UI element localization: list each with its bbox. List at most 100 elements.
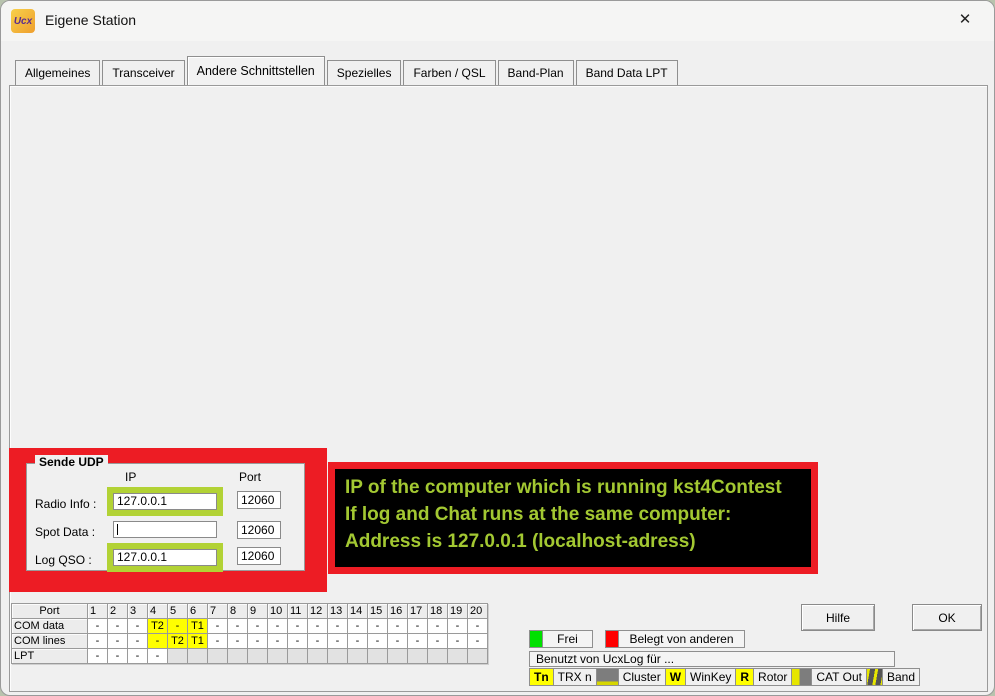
port-column-header: 14 <box>348 604 368 619</box>
dialog-window: Ucx Eigene Station ✕ Allgemeines Transce… <box>0 0 995 696</box>
radio-info-ip-input[interactable]: 127.0.0.1 <box>113 493 217 510</box>
legend-swatch <box>792 669 812 685</box>
legend-item: R <box>736 669 754 685</box>
log-qso-ip-input[interactable]: 127.0.0.1 <box>113 549 217 566</box>
annotation-line: Address is 127.0.0.1 (localhost-adress) <box>345 528 801 555</box>
tab-transceiver[interactable]: Transceiver <box>102 60 184 85</box>
port-cell: - <box>428 634 448 649</box>
port-row-label: COM lines <box>12 634 88 649</box>
legend-item: CAT Out <box>812 669 867 685</box>
port-cell: - <box>88 619 108 634</box>
port-cell: - <box>168 619 188 634</box>
spot-data-ip-input[interactable] <box>113 521 217 538</box>
port-column-header: 10 <box>268 604 288 619</box>
port-cell: - <box>268 634 288 649</box>
port-cell: - <box>248 619 268 634</box>
port-cell: - <box>88 649 108 664</box>
port-cell: - <box>108 619 128 634</box>
port-cell: - <box>88 634 108 649</box>
port-cell: - <box>368 619 388 634</box>
port-status-table: Port1234567891011121314151617181920COM d… <box>11 603 488 664</box>
window-title: Eigene Station <box>45 12 136 28</box>
port-cell <box>448 649 468 664</box>
port-column-header: 9 <box>248 604 268 619</box>
port-cell: T1 <box>188 619 208 634</box>
port-column-header: 2 <box>108 604 128 619</box>
titlebar: Ucx Eigene Station ✕ <box>1 1 994 41</box>
port-column-header: 12 <box>308 604 328 619</box>
port-cell: T2 <box>148 619 168 634</box>
legend-frei: Frei <box>529 630 593 648</box>
port-column-header: Port <box>239 470 261 484</box>
app-icon: Ucx <box>11 9 35 33</box>
port-column-header: 4 <box>148 604 168 619</box>
port-cell <box>168 649 188 664</box>
legend-item: WinKey <box>686 669 736 685</box>
port-row-label: LPT <box>12 649 88 664</box>
port-row-label: COM data <box>12 619 88 634</box>
legend-belegt: Belegt von anderen <box>605 630 745 648</box>
red-highlight-box: Sende UDP IP Port Radio Info : 127.0.0.1… <box>9 448 327 592</box>
port-cell: - <box>208 619 228 634</box>
ip-column-header: IP <box>125 470 136 484</box>
legend-benutzt: Benutzt von UcxLog für ... <box>529 651 895 667</box>
port-cell <box>268 649 288 664</box>
port-column-header: 7 <box>208 604 228 619</box>
port-column-header: 13 <box>328 604 348 619</box>
port-cell <box>468 649 488 664</box>
group-title: Sende UDP <box>35 455 108 469</box>
tab-band-plan[interactable]: Band-Plan <box>498 60 574 85</box>
port-column-header: 17 <box>408 604 428 619</box>
legend-item: W <box>666 669 686 685</box>
port-cell: - <box>228 634 248 649</box>
port-cell: - <box>388 634 408 649</box>
radio-info-port-input[interactable]: 12060 <box>237 491 281 509</box>
port-cell: - <box>128 619 148 634</box>
port-cell <box>308 649 328 664</box>
port-cell <box>248 649 268 664</box>
port-cell: - <box>248 634 268 649</box>
ok-button[interactable]: OK <box>912 604 982 631</box>
port-column-header: 8 <box>228 604 248 619</box>
annotation-line: IP of the computer which is running kst4… <box>345 474 801 501</box>
port-cell: - <box>268 619 288 634</box>
port-cell <box>408 649 428 664</box>
spot-data-port-input[interactable]: 12060 <box>237 521 281 539</box>
hilfe-button[interactable]: Hilfe <box>801 604 875 631</box>
close-icon[interactable]: ✕ <box>942 3 988 35</box>
tab-band-data-lpt[interactable]: Band Data LPT <box>576 60 678 85</box>
port-cell: - <box>328 634 348 649</box>
legend-swatch <box>867 669 883 685</box>
port-column-header: 6 <box>188 604 208 619</box>
log-qso-label: Log QSO : <box>35 553 92 567</box>
legend-item: TRX n <box>554 669 597 685</box>
tab-andere-schnittstellen[interactable]: Andere Schnittstellen <box>187 56 325 85</box>
port-cell: - <box>228 619 248 634</box>
annotation-box: IP of the computer which is running kst4… <box>328 462 818 574</box>
port-cell: - <box>408 619 428 634</box>
tab-allgemeines[interactable]: Allgemeines <box>15 60 100 85</box>
port-cell <box>368 649 388 664</box>
port-cell: - <box>308 619 328 634</box>
legend-item: Tn <box>530 669 554 685</box>
port-cell: - <box>148 634 168 649</box>
legend-usage-row: TnTRX nClusterWWinKeyRRotorCAT OutBand <box>529 668 920 686</box>
port-column-header: 20 <box>468 604 488 619</box>
radio-info-label: Radio Info : <box>35 497 96 511</box>
port-cell: - <box>368 634 388 649</box>
port-cell: - <box>148 649 168 664</box>
green-highlight: 127.0.0.1 <box>107 543 223 572</box>
tab-spezielles[interactable]: Spezielles <box>327 60 402 85</box>
port-cell: - <box>308 634 328 649</box>
port-cell: - <box>108 649 128 664</box>
port-cell: - <box>408 634 428 649</box>
port-cell: - <box>388 619 408 634</box>
tab-farben-qsl[interactable]: Farben / QSL <box>403 60 495 85</box>
port-column-header: 18 <box>428 604 448 619</box>
text-caret <box>117 524 118 535</box>
log-qso-port-input[interactable]: 12060 <box>237 547 281 565</box>
port-cell: - <box>348 634 368 649</box>
port-cell: T1 <box>188 634 208 649</box>
port-cell <box>228 649 248 664</box>
port-column-header: 1 <box>88 604 108 619</box>
